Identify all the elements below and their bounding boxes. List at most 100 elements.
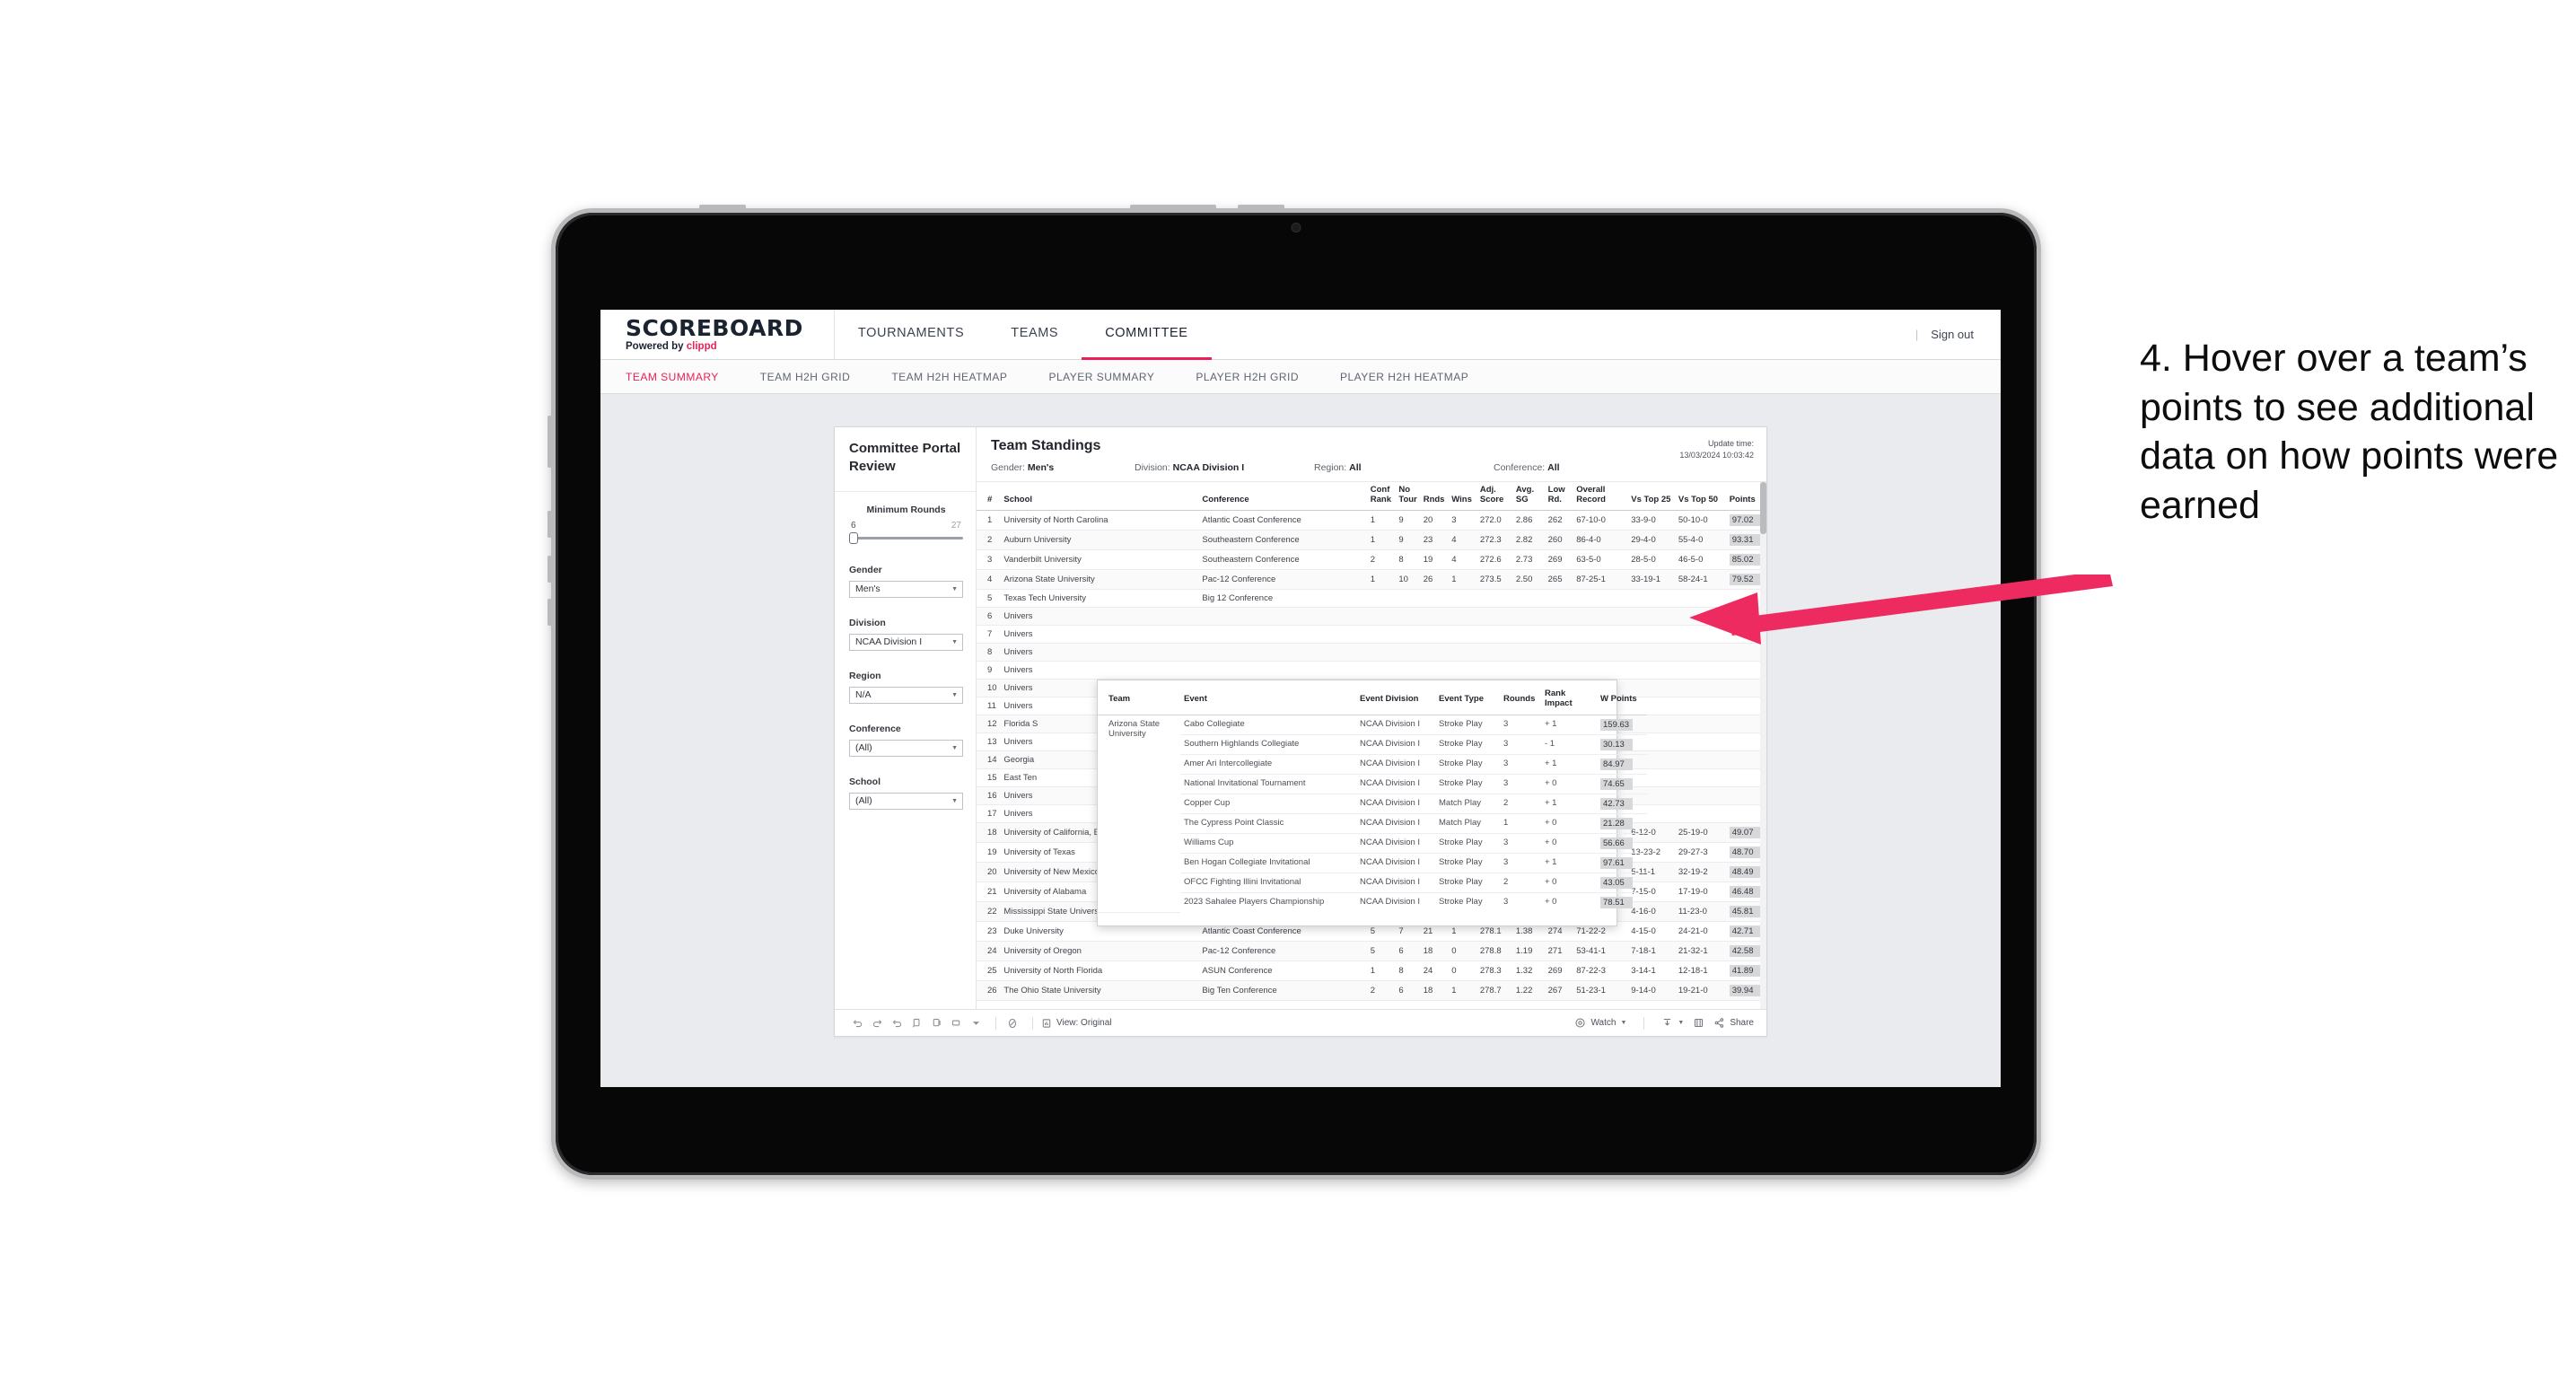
- division-select[interactable]: NCAA Division I ▼: [849, 633, 963, 651]
- table-row[interactable]: 3 Vanderbilt University Southeastern Confe…: [977, 549, 1766, 570]
- col-conference[interactable]: Conference: [1199, 482, 1368, 511]
- table-row[interactable]: 5 Texas Tech University Big 12 Conference: [977, 589, 1766, 608]
- cell-conference: Big Ten Conference: [1199, 980, 1368, 1001]
- points-value[interactable]: 42.58: [1729, 944, 1760, 957]
- filter-region: Region N/A ▼: [849, 671, 963, 704]
- table-scrollbar-thumb[interactable]: [1760, 482, 1766, 534]
- cell-adj_score: 272.0: [1476, 510, 1513, 531]
- pause-auto-updates-icon[interactable]: [1004, 1015, 1021, 1031]
- refresh-icon[interactable]: [908, 1015, 924, 1031]
- cell-overall_record: 67-10-0: [1573, 510, 1629, 531]
- minimum-rounds-slider[interactable]: [849, 532, 963, 545]
- table-row[interactable]: 8 Univers: [977, 643, 1766, 662]
- region-select[interactable]: N/A ▼: [849, 686, 963, 704]
- tooltip-cell-rounds: 3: [1500, 833, 1541, 854]
- col-low-rd[interactable]: Low Rd.: [1545, 482, 1574, 511]
- cell-adj_score: [1476, 643, 1513, 662]
- cell-overall_record: 86-4-0: [1573, 530, 1629, 550]
- device-button-left-2[interactable]: [548, 511, 553, 538]
- col-no-tour[interactable]: No Tour: [1396, 482, 1421, 511]
- tab-player-h2h-heatmap[interactable]: PLAYER H2H HEATMAP: [1340, 371, 1490, 383]
- points-value[interactable]: 97.02: [1729, 513, 1760, 526]
- device-button-left-4[interactable]: [548, 599, 553, 626]
- table-row[interactable]: 9 Univers: [977, 661, 1766, 680]
- chevron-down-icon[interactable]: [968, 1015, 984, 1031]
- school-select[interactable]: (All) ▼: [849, 792, 963, 810]
- table-vertical-scrollbar[interactable]: [1760, 482, 1766, 1009]
- brand-logo[interactable]: SCOREBOARD Powered by clippd: [600, 317, 834, 353]
- filter-conference: Conference (All) ▼: [849, 724, 963, 757]
- tab-player-h2h-grid[interactable]: PLAYER H2H GRID: [1196, 371, 1320, 383]
- col-school[interactable]: School: [1001, 482, 1200, 511]
- cell-no_tour: 9: [1396, 530, 1421, 550]
- cell-overall_record: 53-41-1: [1573, 941, 1629, 961]
- fullscreen-button[interactable]: [1693, 1017, 1704, 1029]
- points-value[interactable]: 48.70: [1729, 846, 1760, 858]
- device-button-left-1[interactable]: [548, 416, 553, 468]
- tab-player-summary[interactable]: PLAYER SUMMARY: [1048, 371, 1176, 383]
- col-adj-score[interactable]: Adj. Score: [1476, 482, 1513, 511]
- points-value[interactable]: 85.02: [1729, 553, 1760, 566]
- col-overall-record[interactable]: Overall Record: [1573, 482, 1629, 511]
- nav-item-committee[interactable]: COMMITTEE: [1082, 310, 1212, 360]
- device-button-top-3[interactable]: [1238, 205, 1284, 210]
- watch-button[interactable]: Watch ▼: [1574, 1017, 1626, 1029]
- device-button-top-2[interactable]: [1130, 205, 1216, 210]
- tooltip-cell-event-division: NCAA Division I: [1356, 734, 1435, 755]
- col-avg-sg[interactable]: Avg. SG: [1512, 482, 1546, 511]
- summary-region: Region: All: [1314, 462, 1494, 473]
- col-rnds[interactable]: Rnds: [1420, 482, 1450, 511]
- points-value[interactable]: 41.89: [1729, 964, 1760, 977]
- tab-team-h2h-heatmap[interactable]: TEAM H2H HEATMAP: [891, 371, 1029, 383]
- points-value[interactable]: 39.94: [1729, 984, 1760, 996]
- col-vs-top-25[interactable]: Vs Top 25: [1628, 482, 1676, 511]
- pause-updates-icon[interactable]: [928, 1015, 944, 1031]
- redo-icon[interactable]: [869, 1015, 885, 1031]
- download-button[interactable]: ▼: [1661, 1017, 1684, 1029]
- points-value[interactable]: 46.48: [1729, 885, 1760, 898]
- gender-select[interactable]: Men's ▼: [849, 580, 963, 598]
- points-value[interactable]: 93.31: [1729, 533, 1760, 546]
- table-row[interactable]: 6 Univers: [977, 607, 1766, 626]
- col-rank[interactable]: #: [977, 482, 1002, 511]
- revert-icon[interactable]: [889, 1015, 905, 1031]
- device-button-left-3[interactable]: [548, 556, 553, 583]
- slider-handle[interactable]: [849, 532, 858, 544]
- table-row[interactable]: 7 Univers: [977, 625, 1766, 644]
- share-button[interactable]: Share: [1713, 1017, 1754, 1029]
- cell-school: Arizona State University: [1001, 569, 1200, 590]
- sign-out-link[interactable]: Sign out: [1931, 328, 1974, 341]
- table-row[interactable]: 24 University of Oregon Pac-12 Conference 5…: [977, 941, 1766, 961]
- watch-label: Watch: [1590, 1018, 1617, 1028]
- points-value[interactable]: 48.49: [1729, 865, 1760, 878]
- cell-rnds: [1420, 643, 1450, 662]
- col-vs-top-50[interactable]: Vs Top 50: [1675, 482, 1727, 511]
- table-row[interactable]: 26 The Ohio State University Big Ten Confe…: [977, 980, 1766, 1001]
- device-button-top-1[interactable]: [699, 205, 746, 210]
- nav-item-teams[interactable]: TEAMS: [987, 310, 1082, 360]
- tab-team-summary[interactable]: TEAM SUMMARY: [626, 371, 740, 383]
- cell-low_rd: 265: [1545, 569, 1574, 590]
- tooltip-cell-event: Southern Highlands Collegiate: [1180, 734, 1356, 755]
- view-original-button[interactable]: View: Original: [1041, 1018, 1112, 1029]
- device-preview-icon[interactable]: [948, 1015, 964, 1031]
- col-conf-rank[interactable]: Conf Rank: [1367, 482, 1397, 511]
- points-value[interactable]: 45.81: [1729, 905, 1760, 917]
- points-value[interactable]: 49.07: [1729, 826, 1760, 838]
- table-row[interactable]: 4 Arizona State University Pac-12 Conferen…: [977, 569, 1766, 590]
- cell-no_tour: [1396, 643, 1421, 662]
- nav-item-tournaments[interactable]: TOURNAMENTS: [835, 310, 987, 360]
- division-value: NCAA Division I: [855, 636, 923, 647]
- points-value[interactable]: 42.71: [1729, 925, 1760, 937]
- cell-overall_record: 63-5-0: [1573, 549, 1629, 570]
- table-row[interactable]: 2 Auburn University Southeastern Conferenc…: [977, 530, 1766, 550]
- table-row[interactable]: 1 University of North Carolina Atlantic Co…: [977, 510, 1766, 531]
- undo-icon[interactable]: [849, 1015, 865, 1031]
- tab-team-h2h-grid[interactable]: TEAM H2H GRID: [760, 371, 872, 383]
- conference-select[interactable]: (All) ▼: [849, 739, 963, 757]
- table-row[interactable]: 25 University of North Florida ASUN Confer…: [977, 961, 1766, 981]
- col-wins[interactable]: Wins: [1449, 482, 1477, 511]
- cell-rank: 13: [977, 732, 1002, 751]
- front-camera-icon: [1292, 224, 1301, 232]
- tooltip-cell-rounds: 1: [1500, 813, 1541, 834]
